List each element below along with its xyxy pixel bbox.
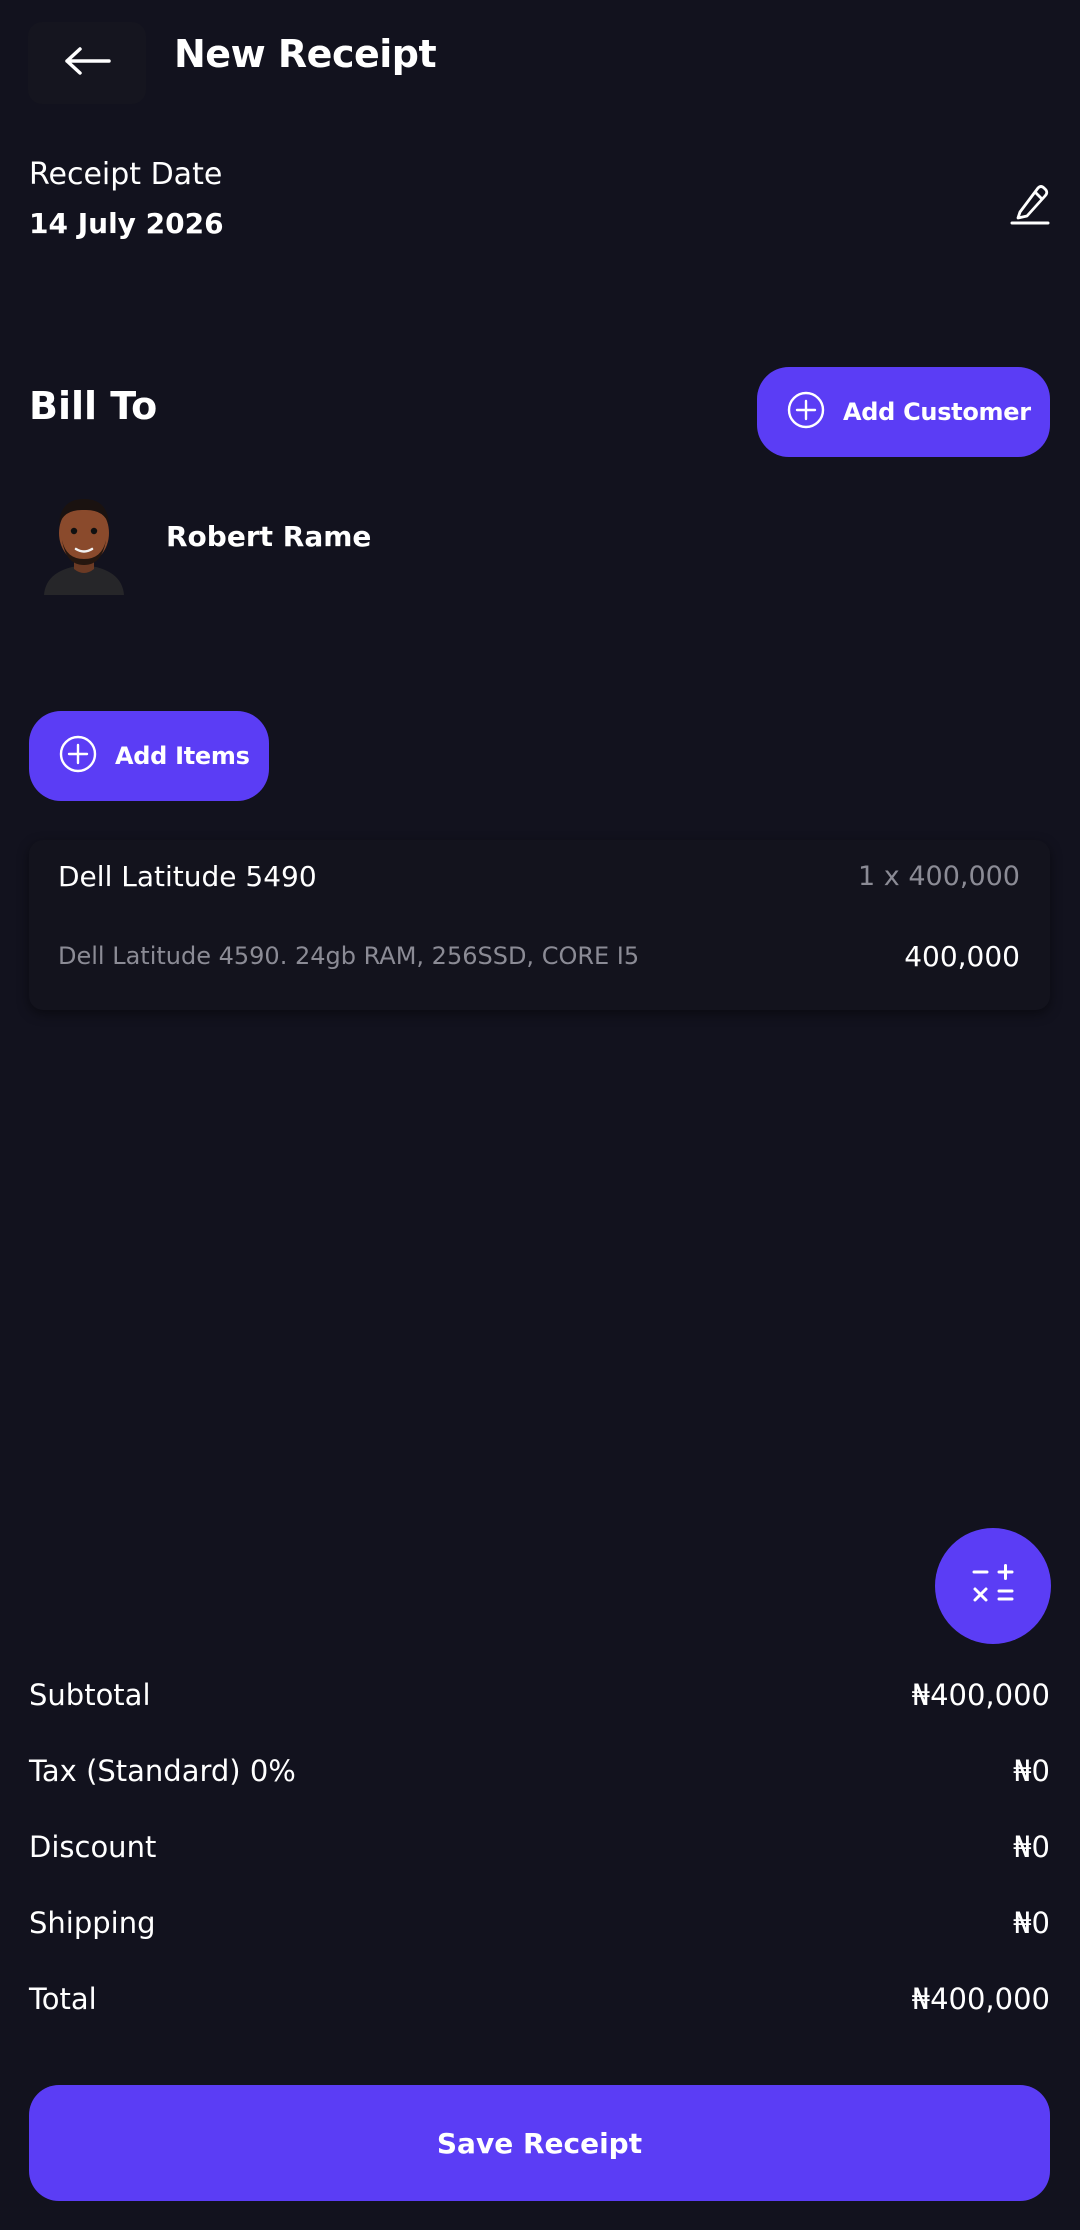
total-label: Total: [29, 1982, 97, 2016]
calculator-icon: [971, 1562, 1015, 1610]
add-customer-label: Add Customer: [843, 398, 1031, 426]
bill-to-heading: Bill To: [29, 384, 158, 428]
subtotal-label: Subtotal: [29, 1678, 151, 1712]
total-value: ₦400,000: [911, 1982, 1050, 2016]
discount-value: ₦0: [1013, 1830, 1050, 1864]
add-items-button[interactable]: Add Items: [29, 711, 269, 801]
discount-label: Discount: [29, 1830, 157, 1864]
item-amount: 400,000: [904, 940, 1020, 973]
add-items-label: Add Items: [115, 742, 250, 770]
add-customer-button[interactable]: Add Customer: [757, 367, 1050, 457]
page-title: New Receipt: [174, 32, 437, 76]
plus-circle-icon: [787, 391, 825, 433]
save-receipt-button[interactable]: Save Receipt: [29, 2085, 1050, 2201]
item-name: Dell Latitude 5490: [58, 860, 317, 893]
subtotal-value: ₦400,000: [911, 1678, 1050, 1712]
edit-date-button[interactable]: [1000, 176, 1060, 236]
item-description: Dell Latitude 4590. 24gb RAM, 256SSD, CO…: [58, 942, 640, 970]
back-button[interactable]: [28, 22, 146, 104]
shipping-label: Shipping: [29, 1906, 156, 1940]
avatar: [36, 485, 132, 595]
tax-value: ₦0: [1013, 1754, 1050, 1788]
shipping-value: ₦0: [1013, 1906, 1050, 1940]
item-quantity: 1 x 400,000: [858, 861, 1020, 892]
line-item-card[interactable]: Dell Latitude 5490 1 x 400,000 Dell Lati…: [29, 840, 1050, 1010]
calculator-button[interactable]: [935, 1528, 1051, 1644]
plus-circle-icon: [59, 735, 97, 777]
receipt-date-value: 14 July 2026: [29, 207, 224, 240]
customer-name: Robert Rame: [166, 520, 372, 553]
tax-label: Tax (Standard) 0%: [29, 1754, 296, 1788]
arrow-left-icon: [63, 46, 111, 80]
receipt-date-label: Receipt Date: [29, 157, 223, 192]
pencil-icon: [1010, 182, 1050, 230]
